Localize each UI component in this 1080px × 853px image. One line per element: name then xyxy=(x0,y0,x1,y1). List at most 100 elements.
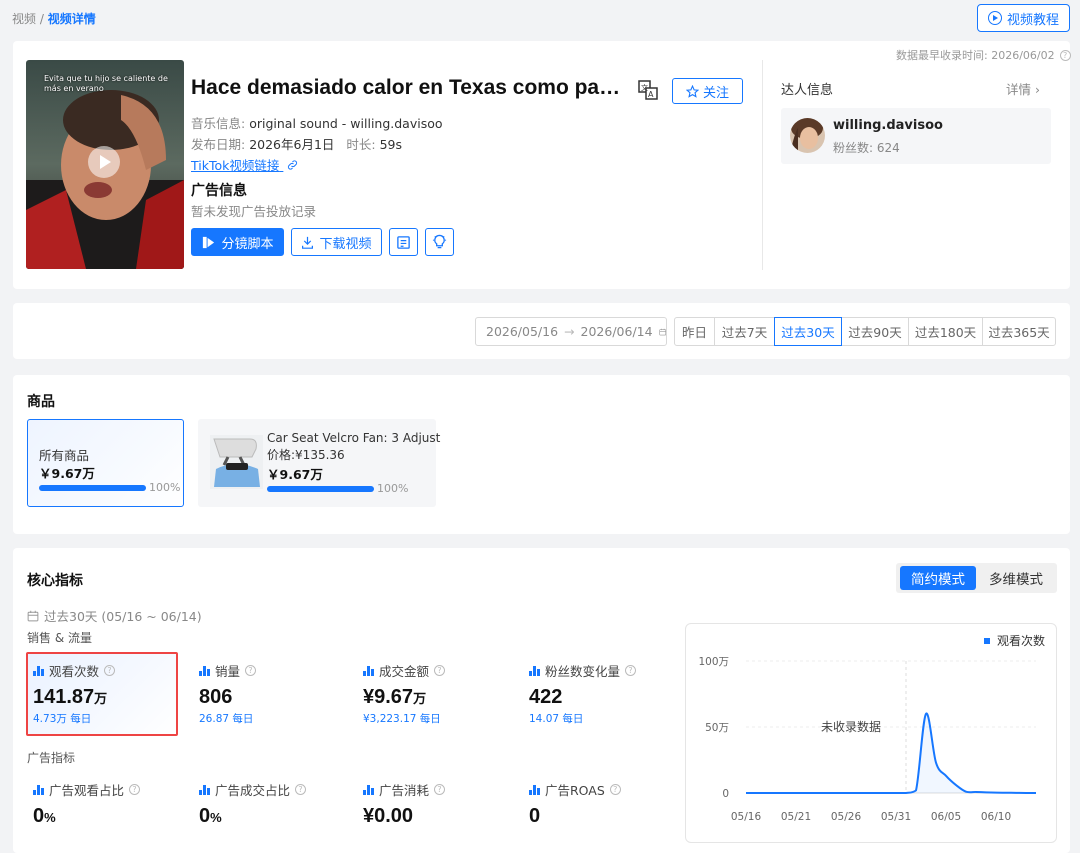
talent-detail-label: 详情 xyxy=(1006,82,1032,97)
video-thumbnail[interactable]: Evita que tu hijo se caliente de más en … xyxy=(26,60,184,269)
x-tick-label: 05/16 xyxy=(731,811,762,823)
x-tick-label: 06/05 xyxy=(931,811,961,823)
help-icon[interactable]: ? xyxy=(434,665,446,676)
storyboard-button[interactable]: 分镜脚本 xyxy=(191,228,284,256)
preset-4[interactable]: 过去180天 xyxy=(908,317,983,346)
card-divider xyxy=(762,60,763,270)
help-icon[interactable]: ? xyxy=(625,665,637,676)
preset-2[interactable]: 过去30天 xyxy=(774,317,842,346)
all-goods-progress-fill xyxy=(39,485,146,491)
metric-unit: 万 xyxy=(94,691,108,706)
x-tick-label: 05/31 xyxy=(881,811,911,823)
preset-3[interactable]: 过去90天 xyxy=(841,317,909,346)
music-label: 音乐信息: xyxy=(191,116,246,131)
preset-0[interactable]: 昨日 xyxy=(674,317,715,346)
breadcrumb: 视频 / 视频详情 xyxy=(12,10,96,27)
svg-text:A: A xyxy=(648,90,654,99)
help-icon[interactable]: ? xyxy=(129,784,141,795)
metric-value: 422 xyxy=(529,686,563,708)
metric-label-text: 成交金额 xyxy=(379,664,430,679)
metric-daily: 4.73万 每日 xyxy=(33,713,92,725)
breadcrumb-parent[interactable]: 视频 xyxy=(12,12,36,26)
sales-metric-1[interactable]: 销量? 806 26.87 每日 xyxy=(199,661,349,726)
metric-daily: ¥3,223.17 每日 xyxy=(363,713,441,725)
play-icon[interactable] xyxy=(88,146,120,178)
avatar[interactable] xyxy=(790,118,825,153)
ad-info-text: 暂未发现广告投放记录 xyxy=(191,204,317,219)
ads-section-label: 广告指标 xyxy=(27,751,76,765)
music-info: 音乐信息: original sound - willing.davisoo xyxy=(191,113,443,132)
ad-info-heading: 广告信息 xyxy=(191,183,247,199)
product-price: 价格:¥135.36 xyxy=(267,448,345,462)
insight-button[interactable] xyxy=(425,228,454,256)
metric-daily: 14.07 每日 xyxy=(529,713,584,725)
video-tutorial-button[interactable]: 视频教程 xyxy=(977,4,1070,32)
help-icon[interactable]: ? xyxy=(609,784,621,795)
ads-metric-0[interactable]: 广告观看占比? 0% xyxy=(33,780,183,828)
ads-metric-1[interactable]: 广告成交占比? 0% xyxy=(199,780,349,828)
simple-mode-tab[interactable]: 简约模式 xyxy=(900,566,976,590)
date-value: 2026年6月1日 xyxy=(249,137,335,152)
talent-fans: 粉丝数: 624 xyxy=(833,141,900,155)
metric-value: 806 xyxy=(199,686,233,708)
bar-chart-icon xyxy=(529,665,540,676)
help-icon[interactable]: ? xyxy=(434,784,446,795)
product-amount: ￥9.67万 xyxy=(267,467,323,482)
duration-value: 59s xyxy=(379,137,403,152)
video-tutorial-label: 视频教程 xyxy=(1006,12,1059,28)
sales-metric-2[interactable]: 成交金额? ¥9.67万 ¥3,223.17 每日 xyxy=(363,661,513,726)
breadcrumb-separator: / xyxy=(39,12,44,26)
metric-unit: % xyxy=(210,810,222,825)
views-chart-svg: 100万 50万 005/16 05/21 05/26 05/31 06/05 06/10 未收… xyxy=(698,633,1045,823)
ads-metric-2[interactable]: 广告消耗? ¥0.00 xyxy=(363,780,513,828)
video-title: Hace demasiado calor en Texas como para.… xyxy=(191,76,621,99)
help-icon[interactable]: ? xyxy=(1059,49,1071,61)
thumbnail-caption: Evita que tu hijo se caliente de más en … xyxy=(44,74,168,93)
follow-button[interactable]: 关注 xyxy=(672,78,743,104)
product-percent: 100% xyxy=(377,482,409,495)
x-tick-label: 06/10 xyxy=(981,811,1011,823)
preset-1[interactable]: 过去7天 xyxy=(714,317,775,346)
metric-unit: % xyxy=(44,810,56,825)
product-name[interactable]: Car Seat Velcro Fan: 3 Adjust xyxy=(267,431,440,445)
bar-chart-icon xyxy=(529,784,540,795)
metric-value: ¥0.00 xyxy=(363,805,414,827)
all-goods-percent: 100% xyxy=(149,481,181,494)
all-goods-tile[interactable]: 所有商品 ￥9.67万 100% xyxy=(27,419,184,507)
product-image xyxy=(210,435,263,489)
ads-metric-3[interactable]: 广告ROAS? 0 xyxy=(529,780,679,828)
help-icon[interactable]: ? xyxy=(245,665,257,676)
metric-value: 0% xyxy=(199,805,222,827)
metric-label: 广告观看占比? xyxy=(33,780,183,799)
storyboard-icon xyxy=(203,236,215,248)
svg-text:文: 文 xyxy=(641,83,648,92)
duration-label: 时长: xyxy=(346,137,376,152)
bar-chart-icon xyxy=(33,784,44,795)
metric-value: 0% xyxy=(33,805,56,827)
preset-5[interactable]: 过去365天 xyxy=(982,317,1056,346)
sales-metric-0[interactable]: 观看次数? 141.87万 4.73万 每日 xyxy=(33,661,183,726)
download-icon xyxy=(302,236,314,249)
metric-unit: 万 xyxy=(413,691,427,706)
talent-detail-link[interactable]: 详情 › xyxy=(1006,79,1040,98)
legend-label: 观看次数 xyxy=(997,633,1045,648)
talent-name[interactable]: willing.davisoo xyxy=(833,118,943,133)
help-icon[interactable]: ? xyxy=(295,784,307,795)
multi-dim-mode-tab[interactable]: 多维模式 xyxy=(978,566,1054,590)
series-area xyxy=(746,713,1036,793)
all-goods-progress xyxy=(39,485,146,491)
date-start: 2026/05/16 xyxy=(486,324,559,339)
tiktok-link[interactable]: TikTok视频链接 xyxy=(191,155,299,174)
product-tile[interactable]: Car Seat Velcro Fan: 3 Adjust 价格:¥135.36… xyxy=(198,419,440,507)
x-tick-label: 05/21 xyxy=(781,811,811,823)
help-icon[interactable]: ? xyxy=(104,665,116,676)
sales-metric-3[interactable]: 粉丝数变化量? 422 14.07 每日 xyxy=(529,661,679,726)
metric-label-text: 广告ROAS xyxy=(545,783,605,798)
transcript-button[interactable] xyxy=(389,228,418,256)
download-video-button[interactable]: 下载视频 xyxy=(291,228,382,256)
bar-chart-icon xyxy=(33,665,44,676)
document-icon xyxy=(397,235,410,249)
translate-icon[interactable]: 文A xyxy=(638,80,658,100)
y-tick-label: 0 xyxy=(722,788,729,800)
date-range-picker[interactable]: 2026/05/16 → 2026/06/14 xyxy=(475,317,667,346)
